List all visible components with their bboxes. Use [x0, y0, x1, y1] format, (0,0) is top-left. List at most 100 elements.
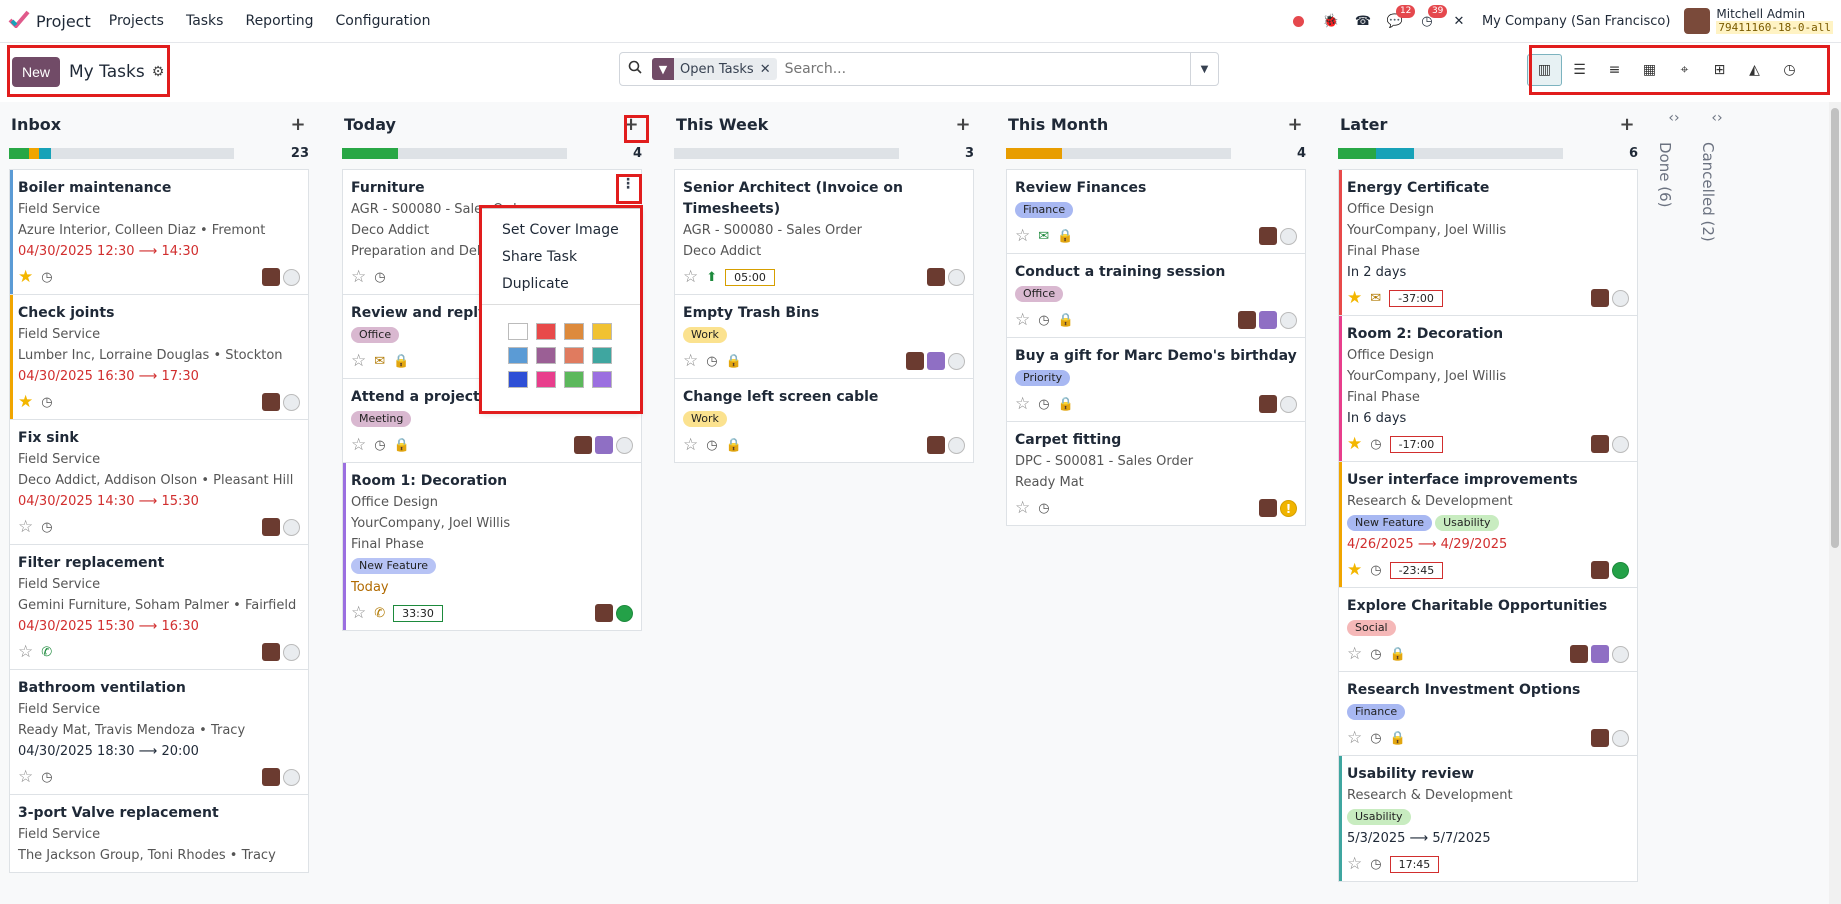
task-card[interactable]: Research Investment Options Finance ☆ ◷ 🔒 [1338, 671, 1638, 756]
star-icon[interactable]: ☆ [1347, 728, 1362, 748]
star-icon[interactable]: ★ [1347, 288, 1362, 308]
column-progress-bar[interactable] [342, 147, 567, 159]
menu-tasks[interactable]: Tasks [186, 13, 224, 29]
task-card[interactable]: Filter replacement Field Service Gemini … [9, 544, 309, 670]
clock-icon[interactable]: ◷ [1370, 563, 1381, 578]
status-dot[interactable] [948, 436, 965, 454]
task-card[interactable]: Conduct a training session Office ☆ ◷ 🔒 [1006, 253, 1306, 338]
star-icon[interactable]: ☆ [1015, 226, 1030, 246]
envelope-icon[interactable]: ✉ [1038, 229, 1049, 244]
task-card[interactable]: Buy a gift for Marc Demo's birthday Prio… [1006, 337, 1306, 422]
graph-view-icon[interactable]: ◭ [1737, 54, 1772, 86]
status-dot[interactable] [1612, 289, 1629, 307]
star-icon[interactable]: ★ [1347, 560, 1362, 580]
status-dot[interactable] [1280, 227, 1297, 245]
search-options-toggle[interactable]: ▼ [1190, 53, 1218, 85]
color-swatch[interactable] [592, 371, 612, 388]
status-dot[interactable] [948, 352, 965, 370]
task-card[interactable]: Senior Architect (Invoice on Timesheets)… [674, 169, 974, 295]
task-card[interactable]: Room 1: Decoration Office Design YourCom… [342, 462, 642, 631]
phone-icon[interactable]: ☎ [1354, 12, 1372, 30]
star-icon[interactable]: ☆ [351, 603, 366, 623]
vertical-scrollbar[interactable] [1829, 102, 1841, 904]
task-card[interactable]: Carpet fitting DPC - S00081 - Sales Orde… [1006, 421, 1306, 526]
color-swatch[interactable] [592, 347, 612, 364]
clock-icon[interactable]: ◷ [1370, 437, 1381, 452]
color-swatch[interactable] [508, 323, 528, 340]
list-view-icon[interactable]: ☰ [1562, 54, 1597, 86]
star-icon[interactable]: ☆ [351, 435, 366, 455]
status-dot[interactable] [1612, 435, 1629, 453]
warning-icon[interactable]: ! [1280, 499, 1297, 517]
envelope-icon[interactable]: ✉ [374, 354, 385, 369]
clock-icon[interactable]: ◷ [41, 520, 52, 535]
star-icon[interactable]: ☆ [351, 267, 366, 287]
menu-set-cover-image[interactable]: Set Cover Image [482, 217, 640, 244]
card-menu-kebab-icon[interactable]: ⋮ [621, 176, 635, 192]
clock-icon[interactable]: ◷ [706, 438, 717, 453]
clock-icon[interactable]: ◷ [706, 354, 717, 369]
star-icon[interactable]: ☆ [18, 767, 33, 787]
column-progress-bar[interactable] [1006, 147, 1231, 159]
folded-column-done[interactable]: ‹› Done (6) [1656, 110, 1692, 207]
activity-clock-icon[interactable]: ◷ 39 [1418, 5, 1448, 30]
chat-icon[interactable]: 💬 12 [1386, 5, 1416, 30]
quick-create-icon[interactable]: + [1618, 114, 1636, 135]
bug-icon[interactable]: 🐞 [1322, 12, 1340, 30]
phone-icon[interactable]: ✆ [374, 606, 385, 621]
task-card[interactable]: Fix sink Field Service Deco Addict, Addi… [9, 419, 309, 545]
quick-create-icon[interactable]: + [289, 114, 307, 135]
task-card[interactable]: User interface improvements Research & D… [1338, 461, 1638, 588]
status-dot[interactable] [283, 268, 300, 286]
status-dot[interactable] [1612, 645, 1629, 663]
status-dot[interactable] [1280, 395, 1297, 413]
task-card[interactable]: Explore Charitable Opportunities Social … [1338, 587, 1638, 672]
star-icon[interactable]: ☆ [1015, 498, 1030, 518]
task-card[interactable]: Empty Trash Bins Work ☆ ◷ 🔒 [674, 294, 974, 379]
quick-create-icon[interactable]: + [622, 114, 640, 135]
status-dot[interactable] [616, 436, 633, 454]
color-swatch[interactable] [508, 371, 528, 388]
new-button[interactable]: New [12, 57, 61, 87]
color-swatch[interactable] [508, 347, 528, 364]
menu-projects[interactable]: Projects [109, 13, 164, 29]
tools-icon[interactable]: ✕ [1450, 12, 1468, 30]
status-dot[interactable] [1612, 561, 1629, 579]
user-menu[interactable]: Mitchell Admin 79411160-18-0-all [1684, 8, 1833, 34]
column-progress-bar[interactable] [1338, 147, 1563, 159]
task-card[interactable]: Energy Certificate Office Design YourCom… [1338, 169, 1638, 316]
task-card[interactable]: Usability review Research & Development … [1338, 755, 1638, 882]
task-card[interactable]: Bathroom ventilation Field Service Ready… [9, 669, 309, 795]
clock-icon[interactable]: ◷ [374, 438, 385, 453]
status-dot[interactable] [1612, 729, 1629, 747]
status-dot[interactable] [1280, 311, 1297, 329]
star-icon[interactable]: ☆ [683, 267, 698, 287]
kanban-view-icon[interactable]: ▥ [1527, 54, 1562, 86]
upload-icon[interactable]: ⬆ [706, 270, 717, 285]
star-icon[interactable]: ☆ [1015, 394, 1030, 414]
star-icon[interactable]: ☆ [683, 435, 698, 455]
star-icon[interactable]: ☆ [18, 517, 33, 537]
status-dot[interactable] [283, 393, 300, 411]
menu-configuration[interactable]: Configuration [336, 13, 431, 29]
search-input[interactable] [784, 61, 1190, 77]
star-icon[interactable]: ★ [18, 267, 33, 287]
column-progress-bar[interactable] [674, 147, 899, 159]
color-swatch[interactable] [536, 347, 556, 364]
menu-reporting[interactable]: Reporting [245, 13, 313, 29]
app-brand[interactable]: Project [8, 10, 91, 32]
star-icon[interactable]: ★ [1347, 434, 1362, 454]
color-swatch[interactable] [536, 323, 556, 340]
search-bar[interactable]: ▼ Open Tasks ✕ ▼ [619, 52, 1219, 86]
color-swatch[interactable] [564, 347, 584, 364]
task-card[interactable]: Boiler maintenance Field Service Azure I… [9, 169, 309, 295]
star-icon[interactable]: ☆ [18, 642, 33, 662]
status-dot[interactable] [283, 643, 300, 661]
task-card[interactable]: Change left screen cable Work ☆ ◷ 🔒 [674, 378, 974, 463]
clock-icon[interactable]: ◷ [41, 770, 52, 785]
company-switcher[interactable]: My Company (San Francisco) [1482, 14, 1670, 29]
star-icon[interactable]: ☆ [683, 351, 698, 371]
task-card[interactable]: Check joints Field Service Lumber Inc, L… [9, 294, 309, 420]
star-icon[interactable]: ☆ [1347, 854, 1362, 874]
star-icon[interactable]: ☆ [351, 351, 366, 371]
